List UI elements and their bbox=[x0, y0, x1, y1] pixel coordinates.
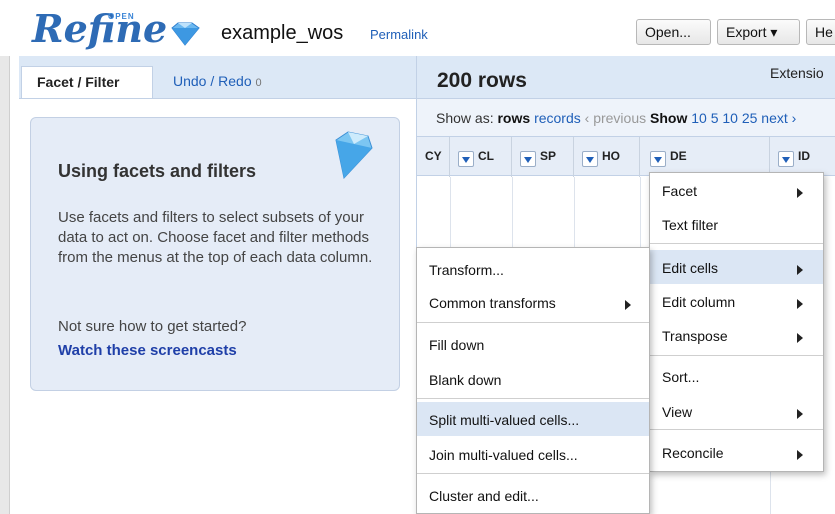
column-name: ID bbox=[798, 149, 810, 163]
triangle-right-icon bbox=[797, 185, 803, 201]
menu-item-label: Fill down bbox=[429, 337, 485, 353]
column-name: SP bbox=[540, 149, 557, 163]
page-size-options[interactable]: 10 5 10 25 bbox=[691, 110, 757, 126]
menu-item-label: Transform... bbox=[429, 262, 504, 278]
menu-item-label: Edit cells bbox=[662, 260, 719, 276]
summary-bar: 200 rows Extensio bbox=[417, 56, 835, 98]
menu-item-label: Common transforms bbox=[429, 295, 556, 311]
menu-item-blank-down[interactable]: Blank down bbox=[417, 362, 649, 396]
menu-item-label: Cluster and edit... bbox=[429, 488, 539, 504]
column-name: DE bbox=[670, 149, 687, 163]
menu-item-label: View bbox=[662, 404, 693, 420]
next-page[interactable]: next › bbox=[761, 110, 796, 126]
menu-item-label: Reconcile bbox=[662, 445, 724, 461]
menu-item-transform[interactable]: Transform... bbox=[417, 252, 649, 286]
menu-item-label: Join multi-valued cells... bbox=[429, 447, 578, 463]
menu-separator bbox=[417, 473, 649, 474]
column-header[interactable]: SP bbox=[512, 137, 574, 177]
extensions-menu[interactable]: Extensio bbox=[770, 65, 824, 81]
menu-item-split-multi-valued[interactable]: Split multi-valued cells... bbox=[417, 402, 649, 436]
column-menu: Facet Text filter Edit cells Edit column… bbox=[649, 172, 824, 472]
view-bar: Show as: rows records ‹ previous Show 10… bbox=[417, 98, 835, 136]
show-as-label: Show as: bbox=[436, 110, 494, 126]
column-header[interactable]: ID bbox=[770, 137, 835, 177]
facet-help-box: Using facets and filters Use facets and … bbox=[30, 117, 400, 391]
menu-item-sort[interactable]: Sort... bbox=[650, 359, 823, 393]
menu-item-label: Facet bbox=[662, 183, 698, 199]
project-name[interactable]: example_wos bbox=[221, 22, 343, 45]
menu-item-join-multi-valued[interactable]: Join multi-valued cells... bbox=[417, 437, 649, 471]
menu-item-reconcile[interactable]: Reconcile bbox=[650, 435, 823, 469]
triangle-down-icon[interactable] bbox=[520, 151, 536, 167]
menu-item-fill-down[interactable]: Fill down bbox=[417, 327, 649, 361]
triangle-down-icon[interactable] bbox=[582, 151, 598, 167]
menu-item-label: Split multi-valued cells... bbox=[429, 412, 580, 428]
triangle-right-icon bbox=[797, 406, 803, 422]
logo-badge: OPEN bbox=[108, 12, 135, 21]
menu-item-transpose[interactable]: Transpose bbox=[650, 318, 823, 352]
help-title: Using facets and filters bbox=[58, 161, 257, 181]
triangle-right-icon bbox=[797, 447, 803, 463]
app-logo[interactable]: Refine bbox=[32, 6, 167, 51]
show-as-controls: Show as: rows records ‹ previous Show 10… bbox=[436, 110, 796, 126]
show-label: Show bbox=[650, 110, 688, 126]
facet-panel-body: Using facets and filters Use facets and … bbox=[19, 98, 416, 514]
menu-item-label: Transpose bbox=[662, 328, 728, 344]
previous-page[interactable]: ‹ previous bbox=[585, 110, 646, 126]
left-panel-tabs: Facet / Filter Undo / Redo 0 bbox=[19, 56, 416, 98]
menu-item-common-transforms[interactable]: Common transforms bbox=[417, 285, 649, 319]
menu-separator bbox=[417, 398, 649, 399]
menu-item-facet[interactable]: Facet bbox=[650, 173, 823, 207]
show-as-rows[interactable]: rows bbox=[497, 110, 530, 126]
show-as-records[interactable]: records bbox=[534, 110, 581, 126]
tab-undo-redo[interactable]: Undo / Redo 0 bbox=[173, 73, 262, 89]
menu-item-edit-column[interactable]: Edit column bbox=[650, 284, 823, 318]
column-name: CY bbox=[425, 149, 442, 163]
window-left-edge bbox=[0, 0, 10, 514]
column-header[interactable]: DE bbox=[640, 137, 770, 177]
column-header[interactable]: CY bbox=[417, 137, 450, 177]
menu-separator bbox=[650, 243, 823, 244]
column-header[interactable]: HO bbox=[574, 137, 640, 177]
help-button[interactable]: He bbox=[806, 19, 835, 45]
column-name: HO bbox=[602, 149, 620, 163]
triangle-right-icon bbox=[797, 262, 803, 278]
triangle-down-icon[interactable] bbox=[458, 151, 474, 167]
app-header: Refine OPEN example_wos Permalink Open..… bbox=[0, 0, 835, 56]
menu-item-label: Edit column bbox=[662, 294, 736, 310]
row-count: 200 rows bbox=[437, 69, 527, 92]
column-header-row: CY CL SP HO DE ID bbox=[417, 136, 835, 177]
menu-item-cluster-and-edit[interactable]: Cluster and edit... bbox=[417, 478, 649, 512]
menu-item-text-filter[interactable]: Text filter bbox=[650, 207, 823, 241]
column-name: CL bbox=[478, 149, 494, 163]
diamond-icon bbox=[328, 130, 374, 183]
menu-item-label: Text filter bbox=[662, 217, 719, 233]
menu-separator bbox=[417, 322, 649, 323]
triangle-right-icon bbox=[625, 297, 631, 313]
export-button[interactable]: Export ▾ bbox=[717, 19, 800, 45]
triangle-down-icon[interactable] bbox=[650, 151, 666, 167]
triangle-right-icon bbox=[797, 296, 803, 312]
menu-item-label: Sort... bbox=[662, 369, 700, 385]
left-panel: Facet / Filter Undo / Redo 0 Using facet… bbox=[19, 56, 416, 514]
tab-undo-label: Undo / Redo bbox=[173, 73, 252, 89]
menu-separator bbox=[650, 355, 823, 356]
undo-count: 0 bbox=[255, 77, 262, 89]
menu-item-view[interactable]: View bbox=[650, 394, 823, 428]
column-header[interactable]: CL bbox=[450, 137, 512, 177]
triangle-down-icon[interactable] bbox=[778, 151, 794, 167]
tab-facet-filter[interactable]: Facet / Filter bbox=[21, 66, 153, 98]
triangle-right-icon bbox=[797, 330, 803, 346]
edit-cells-submenu: Transform... Common transforms Fill down… bbox=[416, 247, 650, 514]
help-question: Not sure how to get started? bbox=[58, 318, 247, 335]
menu-separator bbox=[650, 429, 823, 430]
menu-item-edit-cells[interactable]: Edit cells bbox=[650, 250, 823, 284]
menu-item-label: Blank down bbox=[429, 372, 502, 388]
diamond-icon bbox=[168, 22, 202, 49]
screencasts-link[interactable]: Watch these screencasts bbox=[58, 342, 237, 359]
help-text: Use facets and filters to select subsets… bbox=[58, 209, 373, 266]
open-button[interactable]: Open... bbox=[636, 19, 711, 45]
permalink-link[interactable]: Permalink bbox=[370, 27, 428, 42]
